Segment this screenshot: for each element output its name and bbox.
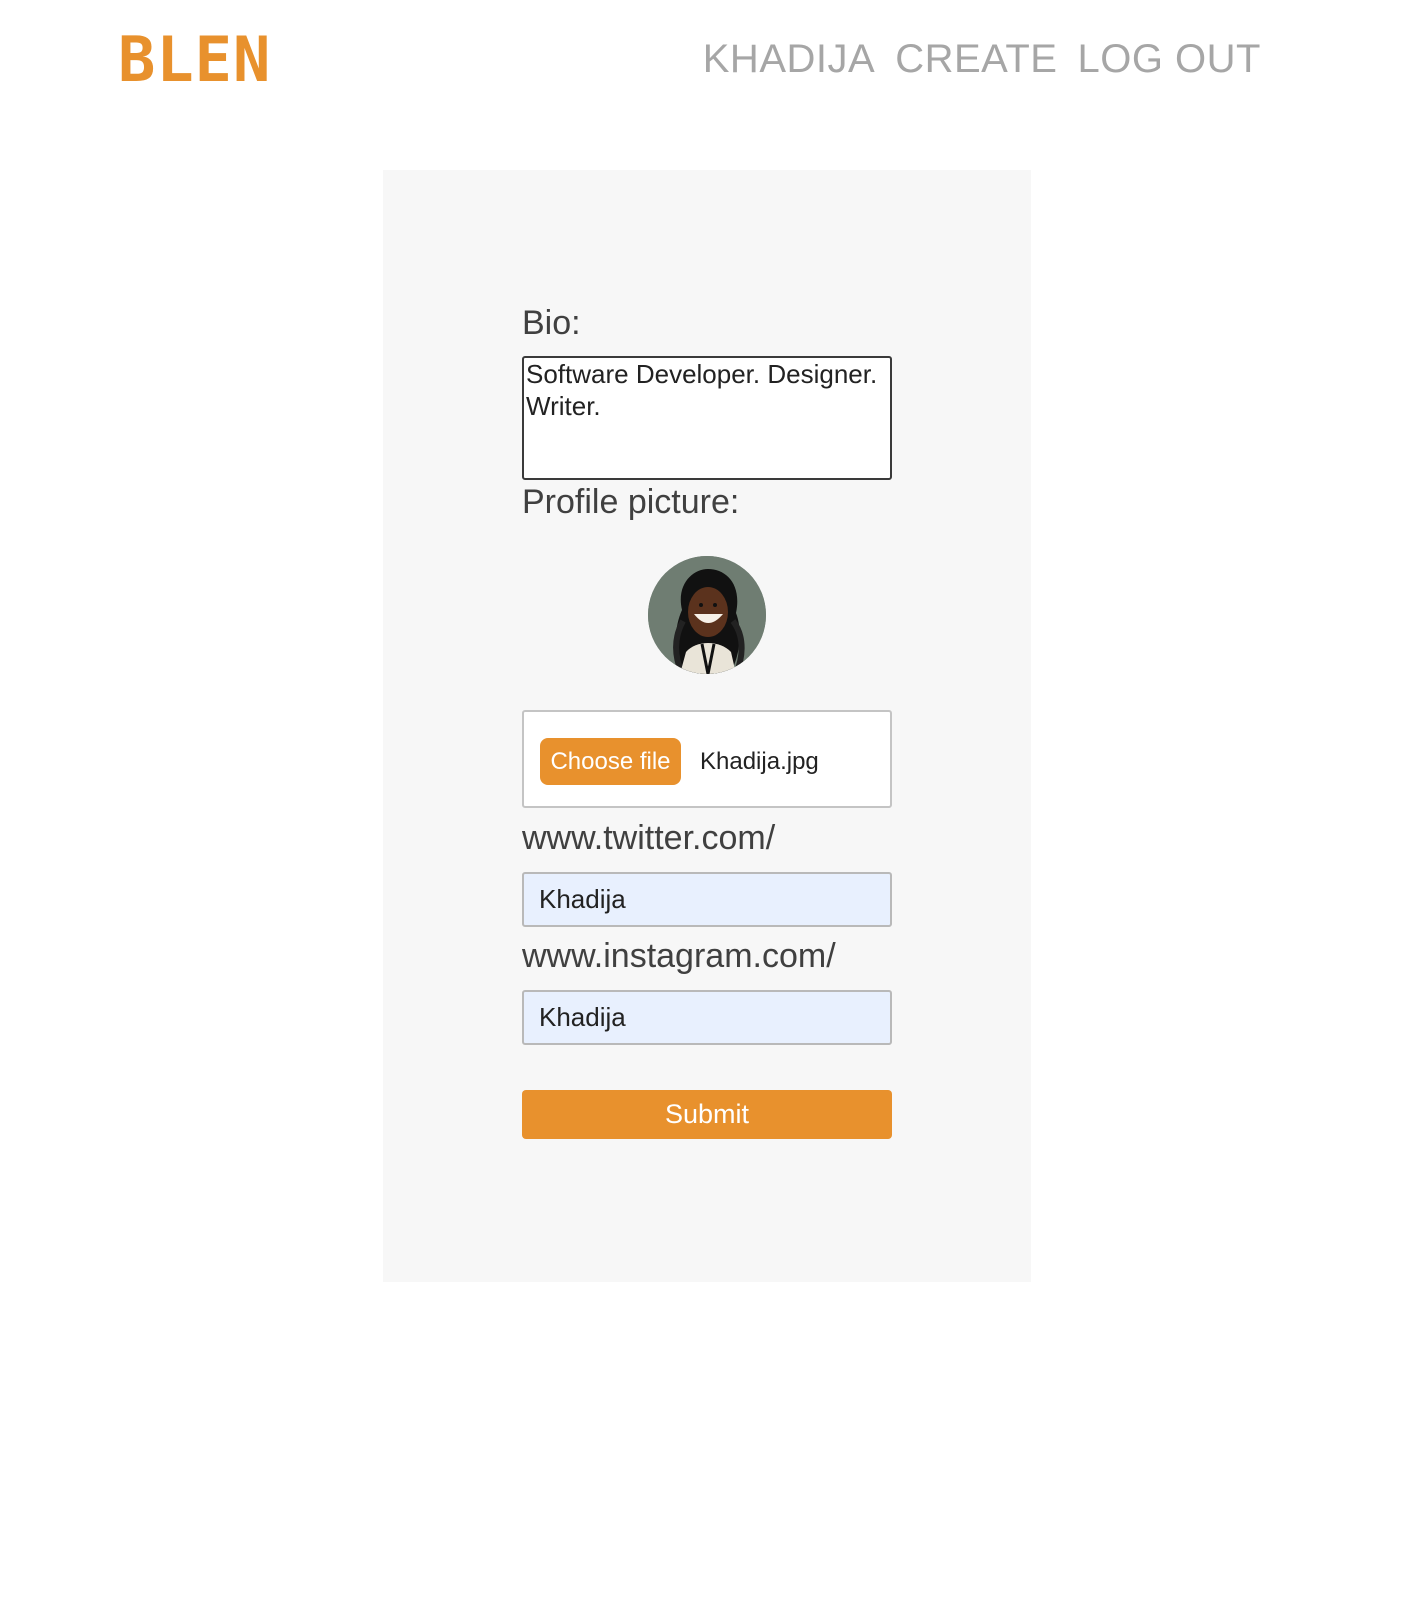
resize-grip-icon[interactable] bbox=[879, 467, 887, 475]
profile-edit-form-panel: Bio: Software Developer. Designer. Write… bbox=[383, 170, 1031, 1282]
profile-picture-file-input[interactable]: Choose file Khadija.jpg bbox=[522, 710, 892, 808]
choose-file-button[interactable]: Choose file bbox=[540, 738, 681, 785]
bio-text: Software Developer. Designer. Writer. bbox=[526, 359, 878, 421]
instagram-input[interactable]: Khadija bbox=[522, 990, 892, 1045]
selected-file-name: Khadija.jpg bbox=[700, 748, 819, 775]
nav-link-khadija[interactable]: KHADIJA bbox=[703, 36, 875, 82]
blen-logo[interactable]: BLEN bbox=[118, 28, 271, 92]
twitter-input[interactable]: Khadija bbox=[522, 872, 892, 927]
nav-link-create[interactable]: CREATE bbox=[895, 36, 1057, 82]
submit-button[interactable]: Submit bbox=[522, 1090, 892, 1139]
twitter-label: www.twitter.com/ bbox=[522, 819, 776, 857]
nav-link-log-out[interactable]: LOG OUT bbox=[1077, 36, 1261, 82]
bio-textarea[interactable]: Software Developer. Designer. Writer. bbox=[522, 356, 892, 480]
bio-label: Bio: bbox=[522, 304, 581, 342]
top-navigation: KHADIJA CREATE LOG OUT bbox=[703, 36, 1261, 82]
profile-photo-avatar bbox=[648, 556, 766, 674]
profile-picture-label: Profile picture: bbox=[522, 483, 740, 521]
instagram-label: www.instagram.com/ bbox=[522, 937, 836, 975]
